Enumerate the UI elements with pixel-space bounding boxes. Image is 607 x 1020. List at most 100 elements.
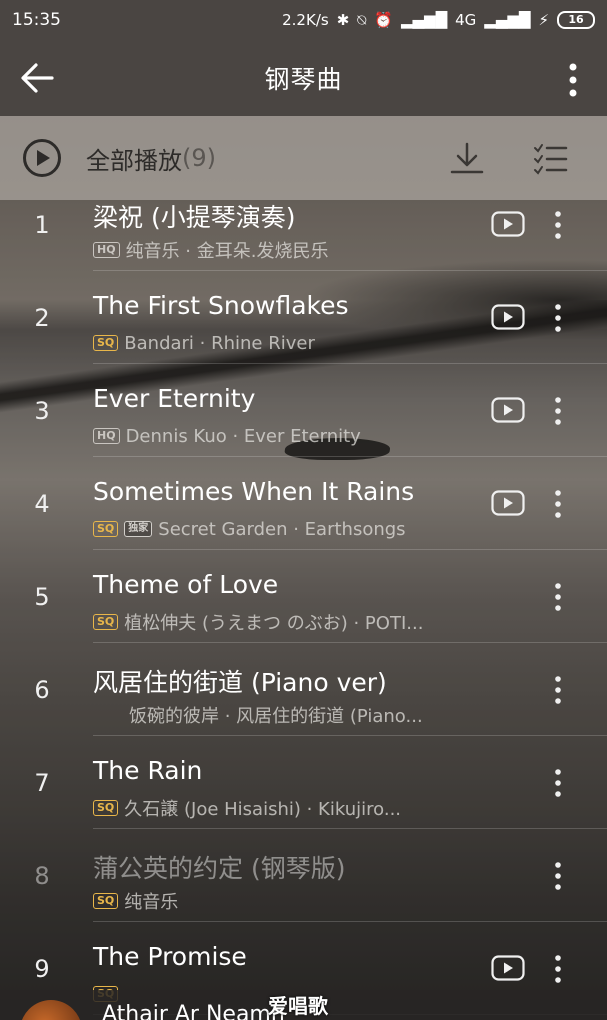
song-row[interactable]: 5 Theme of Love SQ 植松伸夫 (うえまつ のぶお) · POTI..… [0, 550, 607, 643]
song-row[interactable]: 3 Ever Eternity HQ Dennis Kuo · Ever Eterni… [0, 364, 607, 457]
back-button[interactable] [18, 58, 58, 98]
list-check-icon [534, 144, 568, 175]
manage-list-button[interactable] [532, 140, 570, 178]
signal-icon: ▂▄▆█ [400, 11, 448, 29]
network-type: 4G [455, 11, 477, 29]
song-title: 梁祝 (小提琴演奏) [93, 203, 296, 232]
alarm-icon: ⏰ [374, 11, 393, 29]
song-row[interactable]: 4 Sometimes When It Rains SQ 独家 Secret Garde… [0, 457, 607, 550]
net-speed: 2.2K/s [282, 11, 329, 29]
song-index: 2 [34, 304, 50, 332]
play-all-button[interactable]: 全部播放 (9) [22, 138, 216, 178]
song-more-button[interactable] [548, 487, 568, 521]
mini-player-title: Athair Ar Neamh [102, 1002, 285, 1020]
status-time: 15:35 [12, 10, 61, 30]
song-artist-album: Bandari · Rhine River [124, 332, 315, 354]
more-vertical-icon [555, 490, 561, 518]
song-subtitle-line: SQ 久石譲 (Joe Hisaishi) · Kikujiro... [93, 796, 401, 820]
song-subtitle-line: HQ Dennis Kuo · Ever Eternity [93, 424, 361, 448]
song-row[interactable]: 2 The First Snowflakes SQ Bandari · Rhine R… [0, 271, 607, 364]
play-all-count: (9) [182, 144, 216, 172]
play-all-label: 全部播放 [86, 146, 182, 175]
song-more-button[interactable] [548, 952, 568, 986]
battery-icon: 16 [557, 11, 595, 29]
song-index: 7 [34, 769, 50, 797]
song-row[interactable]: 7 The Rain SQ 久石譲 (Joe Hisaishi) · Kikujiro… [0, 736, 607, 829]
song-title: The Rain [93, 756, 203, 785]
quality-badge: SQ [93, 521, 119, 537]
song-more-button[interactable] [548, 580, 568, 614]
music-video-button[interactable] [491, 397, 525, 423]
video-play-icon [491, 955, 525, 981]
song-index: 9 [34, 955, 50, 983]
song-index: 8 [34, 862, 50, 890]
song-subtitle-line: SQ 植松伸夫 (うえまつ のぶお) · POTI... [93, 610, 423, 634]
song-subtitle-line: SQ Bandari · Rhine River [93, 331, 315, 355]
song-row[interactable]: 6 风居住的街道 (Piano ver) 饭碗的彼岸 · 风居住的街道 (Piano… [0, 643, 607, 736]
more-vertical-icon [555, 862, 561, 890]
charging-icon: ⚡ [538, 11, 549, 29]
song-title: 风居住的街道 (Piano ver) [93, 668, 387, 697]
more-vertical-icon [555, 955, 561, 983]
more-vertical-icon [555, 769, 561, 797]
song-index: 1 [34, 211, 50, 239]
quality-badge: HQ [93, 428, 120, 444]
video-play-icon [491, 490, 525, 516]
mute-icon: ⍉ [357, 11, 367, 29]
exclusive-badge: 独家 [124, 521, 153, 537]
music-video-button[interactable] [491, 304, 525, 330]
song-row[interactable]: 8 蒲公英的约定 (钢琴版) SQ 纯音乐 [0, 829, 607, 922]
video-play-icon [491, 211, 525, 237]
song-more-button[interactable] [548, 208, 568, 242]
music-video-button[interactable] [491, 955, 525, 981]
video-play-icon [491, 397, 525, 423]
music-video-button[interactable] [491, 211, 525, 237]
status-bar: 15:35 2.2K/s ✱ ⍉ ⏰ ▂▄▆█ 4G ▂▄▆█ ⚡ 16 [0, 0, 607, 40]
more-vertical-icon [555, 676, 561, 704]
download-icon [450, 142, 484, 174]
app-bar: 钢琴曲 [0, 40, 607, 116]
signal-icon-2: ▂▄▆█ [484, 11, 531, 29]
more-vertical-icon [555, 397, 561, 425]
song-more-button[interactable] [548, 301, 568, 335]
song-list: 1 梁祝 (小提琴演奏) HQ 纯音乐 · 金耳朵.发烧民乐 2 The First Sn… [0, 178, 607, 1020]
video-play-icon [491, 304, 525, 330]
quality-badge: HQ [93, 242, 120, 258]
song-artist-album: 纯音乐 · 金耳朵.发烧民乐 [125, 241, 329, 262]
more-options-button[interactable] [559, 60, 587, 100]
status-icons: 2.2K/s ✱ ⍉ ⏰ ▂▄▆█ 4G ▂▄▆█ ⚡ 16 [282, 11, 595, 29]
song-more-button[interactable] [548, 394, 568, 428]
song-artist-album: 久石譲 (Joe Hisaishi) · Kikujiro... [124, 799, 402, 820]
quality-badge: SQ [93, 893, 119, 909]
quality-badge: SQ [93, 335, 119, 351]
song-artist-album: Dennis Kuo · Ever Eternity [125, 425, 361, 447]
mini-player-cover [20, 1000, 82, 1020]
song-subtitle-line: SQ 纯音乐 [93, 889, 178, 913]
music-video-button[interactable] [491, 490, 525, 516]
bluetooth-icon: ✱ [336, 11, 350, 29]
song-index: 5 [34, 583, 50, 611]
song-more-button[interactable] [548, 673, 568, 707]
song-artist-album: 植松伸夫 (うえまつ のぶお) · POTI... [124, 613, 424, 634]
song-title: The Promise [93, 942, 247, 971]
song-index: 4 [34, 490, 50, 518]
song-more-button[interactable] [548, 766, 568, 800]
download-button[interactable] [448, 140, 486, 178]
watermark: 爱唱歌 [268, 994, 328, 1018]
song-title: Sometimes When It Rains [93, 477, 415, 506]
song-title: Ever Eternity [93, 384, 256, 413]
song-artist-album: Secret Garden · Earthsongs [158, 518, 406, 540]
song-row[interactable]: 1 梁祝 (小提琴演奏) HQ 纯音乐 · 金耳朵.发烧民乐 [0, 178, 607, 271]
song-title: Theme of Love [93, 570, 279, 599]
quality-badge: SQ [93, 800, 119, 816]
song-subtitle-line: HQ 纯音乐 · 金耳朵.发烧民乐 [93, 238, 328, 262]
song-more-button[interactable] [548, 859, 568, 893]
more-vertical-icon [555, 211, 561, 239]
song-index: 6 [34, 676, 50, 704]
more-vertical-icon [555, 583, 561, 611]
song-index: 3 [34, 397, 50, 425]
more-vertical-icon [569, 63, 577, 97]
arrow-left-icon [21, 63, 54, 93]
quality-badge: SQ [93, 614, 119, 630]
song-subtitle-line: SQ 独家 Secret Garden · Earthsongs [93, 517, 406, 541]
